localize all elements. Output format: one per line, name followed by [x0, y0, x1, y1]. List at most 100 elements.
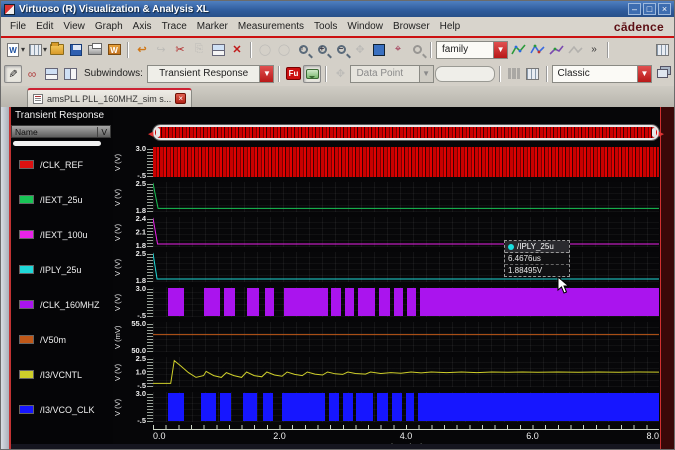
plot-style-button-2[interactable] — [528, 41, 546, 59]
new-window-button[interactable]: W — [4, 41, 22, 59]
waveform-v50m[interactable] — [153, 322, 659, 352]
signal-row-i3-vcntl[interactable]: /I3/VCNTL — [11, 357, 113, 392]
signal-row-iext-25u[interactable]: /IEXT_25u — [11, 182, 113, 217]
signal-name: /IEXT_25u — [40, 194, 83, 205]
waveform-iply-25u[interactable] — [153, 252, 659, 282]
plot-style-button-4[interactable] — [566, 41, 584, 59]
save-button[interactable] — [67, 41, 85, 59]
waveform-i3-vco-clk[interactable] — [153, 392, 659, 422]
signal-name: /IEXT_100u — [40, 229, 88, 240]
signal-swatch — [19, 265, 34, 274]
toolbar-overflow-button[interactable]: » — [585, 41, 603, 59]
datapoint-select[interactable]: Data Point ▼ — [350, 64, 434, 83]
paste-button[interactable] — [209, 41, 227, 59]
delete-button[interactable]: ✕ — [228, 41, 246, 59]
signal-row-clk-ref[interactable]: /CLK_REF — [11, 147, 113, 182]
subwindows-dropdown-icon[interactable]: ▼ — [259, 65, 274, 82]
signal-name: /IPLY_25u — [40, 264, 82, 275]
copy-button[interactable]: ⎘ — [190, 41, 208, 59]
virtuoso-window: Virtuoso (R) Visualization & Analysis XL… — [0, 0, 675, 450]
y-axis-iext-25u: V (V) 2.5 1.8 — [113, 179, 147, 215]
slider-right-grip[interactable] — [652, 128, 656, 137]
undo-button[interactable]: ↩ — [133, 41, 151, 59]
menu-help[interactable]: Help — [435, 19, 466, 34]
trace-line — [153, 217, 659, 247]
signal-row-v50m[interactable]: /V50m — [11, 322, 113, 357]
family-select[interactable]: family ▼ — [436, 40, 509, 59]
waveform-clk-160mhz[interactable] — [153, 287, 659, 317]
signal-row-clk-160mhz[interactable]: /CLK_160MHZ — [11, 287, 113, 322]
marker-value-field[interactable] — [434, 65, 495, 82]
histogram-button[interactable] — [505, 65, 523, 83]
plot-style-button-1[interactable] — [509, 41, 527, 59]
reader-mode-button[interactable]: ∞ — [23, 65, 41, 83]
waveform-i3-vcntl[interactable] — [153, 357, 659, 387]
cut-button[interactable]: ✂ — [171, 41, 189, 59]
menu-marker[interactable]: Marker — [192, 19, 233, 34]
panel-column-header[interactable]: Name V — [11, 125, 111, 138]
menu-measurements[interactable]: Measurements — [233, 19, 309, 34]
slider-right-arrow-icon[interactable]: ▶ — [659, 130, 664, 138]
plot-style-button-3[interactable] — [547, 41, 565, 59]
waveform-iext-25u[interactable] — [153, 182, 659, 212]
signal-swatch — [19, 300, 34, 309]
waveform-iext-100u[interactable] — [153, 217, 659, 247]
search-button[interactable] — [408, 41, 426, 59]
print-button[interactable] — [86, 41, 104, 59]
waveform-clk-ref[interactable] — [153, 147, 659, 177]
signal-row-i3-vco-clk[interactable]: /I3/VCO_CLK — [11, 392, 113, 427]
maximize-button[interactable]: □ — [643, 3, 656, 15]
menu-window[interactable]: Window — [342, 19, 388, 34]
zoom-in-button[interactable]: + — [313, 41, 331, 59]
previous-zoom-button[interactable]: ◯ — [256, 41, 274, 59]
signal-row-iext-100u[interactable]: /IEXT_100u — [11, 217, 113, 252]
layout-button[interactable] — [26, 41, 44, 59]
slider-left-grip[interactable] — [156, 128, 160, 137]
split-horizontal-button[interactable] — [42, 65, 60, 83]
zoom-fit-button[interactable]: ▫ — [294, 41, 312, 59]
panel-scrollbar[interactable] — [13, 141, 101, 146]
overview-range-slider[interactable]: ◀ ▶ — [148, 125, 664, 140]
strategy-button[interactable]: ⌖ — [389, 41, 407, 59]
close-button[interactable]: × — [658, 3, 671, 15]
label-callout-button[interactable] — [303, 64, 322, 83]
title-bar[interactable]: Virtuoso (R) Visualization & Analysis XL… — [1, 1, 674, 17]
appearance-dropdown-icon[interactable]: ▼ — [637, 65, 651, 82]
next-zoom-button[interactable]: ◯ — [275, 41, 293, 59]
zoom-box-button[interactable] — [370, 41, 388, 59]
zoom-out-button[interactable]: − — [332, 41, 350, 59]
minimize-button[interactable]: – — [628, 3, 641, 15]
split-vertical-button[interactable] — [61, 65, 79, 83]
cascade-windows-button[interactable] — [653, 65, 671, 83]
signal-row-iply-25u[interactable]: /IPLY_25u — [11, 252, 113, 287]
slider-left-arrow-icon[interactable]: ◀ — [148, 130, 153, 138]
menu-tools[interactable]: Tools — [309, 19, 342, 34]
spreadsheet-button[interactable] — [653, 41, 671, 59]
datapoint-dropdown-icon[interactable]: ▼ — [418, 65, 433, 82]
appearance-select[interactable]: Classic ▼ — [551, 64, 652, 83]
redo-button[interactable]: ↪ — [152, 41, 170, 59]
move-marker-button[interactable]: ✥ — [331, 65, 349, 83]
function-button[interactable]: Fu — [284, 65, 302, 83]
menu-file[interactable]: File — [5, 19, 31, 34]
y-axis-max: 2.5 — [135, 249, 146, 258]
tab-close-icon[interactable]: × — [175, 93, 187, 104]
tab-amspll[interactable]: amsPLL PLL_160MHZ_sim s... × — [27, 88, 193, 107]
menu-graph[interactable]: Graph — [90, 19, 128, 34]
pointer-mode-button[interactable]: ✎ — [4, 64, 22, 83]
open-button[interactable] — [48, 41, 66, 59]
menu-axis[interactable]: Axis — [128, 19, 157, 34]
menu-edit[interactable]: Edit — [31, 19, 58, 34]
pulse-block — [265, 288, 275, 316]
menu-trace[interactable]: Trace — [157, 19, 192, 34]
menu-browser[interactable]: Browser — [388, 19, 435, 34]
menu-view[interactable]: View — [58, 19, 90, 34]
signal-swatch — [19, 195, 34, 204]
y-axis-unit: V (V) — [113, 293, 122, 311]
pulse-block — [420, 288, 659, 316]
calculator-button[interactable] — [524, 65, 542, 83]
family-dropdown-icon[interactable]: ▼ — [493, 41, 508, 58]
pan-button[interactable]: ✥ — [351, 41, 369, 59]
capture-button[interactable]: W — [105, 41, 123, 59]
subwindows-select[interactable]: Transient Response ▼ — [146, 64, 275, 83]
